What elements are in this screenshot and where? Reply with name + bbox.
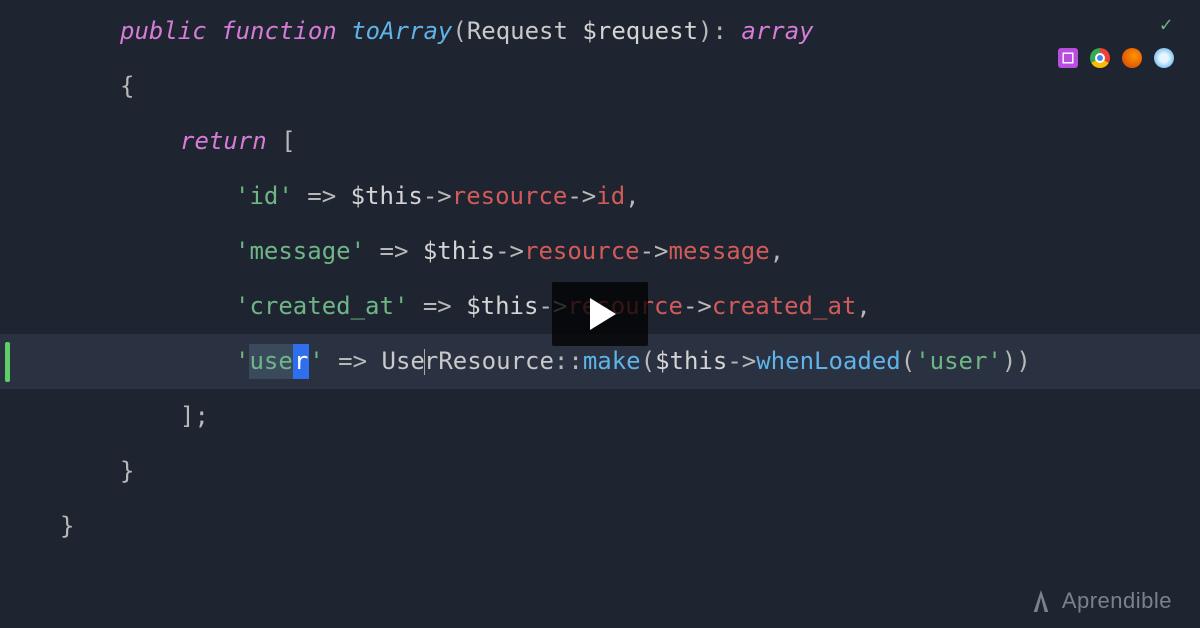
code-line: { bbox=[0, 59, 1200, 114]
paren-open: ( bbox=[452, 14, 466, 49]
keyword-function: function bbox=[221, 14, 337, 49]
code-line: return [ bbox=[0, 114, 1200, 169]
property: resource bbox=[452, 179, 568, 214]
object-arrow: -> bbox=[423, 179, 452, 214]
code-line: 'id' => $this->resource->id, bbox=[0, 169, 1200, 224]
comma: , bbox=[856, 289, 870, 324]
ide-icon[interactable] bbox=[1058, 48, 1078, 68]
array-key: 'created_at' bbox=[235, 289, 408, 324]
this-var: $this bbox=[423, 234, 495, 269]
paren-close: ) bbox=[698, 14, 712, 49]
array-key-part: use bbox=[249, 344, 292, 379]
object-arrow: -> bbox=[727, 344, 756, 379]
class-name-part: Use bbox=[382, 344, 425, 379]
comma: , bbox=[625, 179, 639, 214]
selection: r bbox=[293, 344, 309, 379]
firefox-icon[interactable] bbox=[1122, 48, 1142, 68]
property: message bbox=[669, 234, 770, 269]
play-icon bbox=[590, 298, 616, 330]
code-editor: public function toArray(Request $request… bbox=[0, 0, 1200, 554]
bracket-open: [ bbox=[267, 124, 296, 159]
string-arg: 'user' bbox=[915, 344, 1002, 379]
change-marker-icon bbox=[5, 342, 10, 382]
watermark: Aprendible bbox=[1030, 588, 1172, 614]
safari-icon[interactable] bbox=[1154, 48, 1174, 68]
method-name: make bbox=[583, 344, 641, 379]
colon: : bbox=[712, 14, 726, 49]
scope-operator: :: bbox=[554, 344, 583, 379]
array-key: 'message' bbox=[235, 234, 365, 269]
class-name-part: rResource bbox=[424, 344, 554, 379]
return-type: array bbox=[741, 14, 813, 49]
param-var: $request bbox=[582, 14, 698, 49]
brace-open: { bbox=[120, 69, 134, 104]
arrow: => bbox=[324, 344, 382, 379]
paren-open: ( bbox=[901, 344, 915, 379]
property: created_at bbox=[712, 289, 857, 324]
keyword-modifier: public bbox=[120, 14, 207, 49]
code-line: public function toArray(Request $request… bbox=[0, 4, 1200, 59]
watermark-text: Aprendible bbox=[1062, 588, 1172, 614]
method-name: whenLoaded bbox=[756, 344, 901, 379]
code-line: } bbox=[0, 499, 1200, 554]
paren-open: ( bbox=[641, 344, 655, 379]
param-type: Request bbox=[467, 14, 568, 49]
check-icon: ✓ bbox=[1160, 12, 1172, 36]
brace-close: } bbox=[120, 454, 134, 489]
play-button[interactable] bbox=[552, 282, 648, 346]
property: resource bbox=[524, 234, 640, 269]
quote: ' bbox=[235, 344, 249, 379]
chrome-icon[interactable] bbox=[1090, 48, 1110, 68]
watermark-logo-icon bbox=[1030, 588, 1052, 614]
object-arrow: -> bbox=[640, 234, 669, 269]
object-arrow: -> bbox=[495, 234, 524, 269]
this-var: $this bbox=[655, 344, 727, 379]
comma: , bbox=[770, 234, 784, 269]
keyword-return: return bbox=[180, 124, 267, 159]
function-name: toArray bbox=[351, 14, 452, 49]
arrow: => bbox=[408, 289, 466, 324]
this-var: $this bbox=[351, 179, 423, 214]
property: id bbox=[596, 179, 625, 214]
code-line: } bbox=[0, 444, 1200, 499]
object-arrow: -> bbox=[683, 289, 712, 324]
code-line: 'message' => $this->resource->message, bbox=[0, 224, 1200, 279]
arrow: => bbox=[365, 234, 423, 269]
code-line: ]; bbox=[0, 389, 1200, 444]
bracket-close: ]; bbox=[180, 399, 209, 434]
brace-close: } bbox=[60, 509, 74, 544]
object-arrow: -> bbox=[567, 179, 596, 214]
array-key: 'id' bbox=[235, 179, 293, 214]
quote: ' bbox=[309, 344, 323, 379]
this-var: $this bbox=[466, 289, 538, 324]
arrow: => bbox=[293, 179, 351, 214]
browser-toolbar bbox=[1058, 48, 1174, 68]
paren-close: )) bbox=[1002, 344, 1031, 379]
